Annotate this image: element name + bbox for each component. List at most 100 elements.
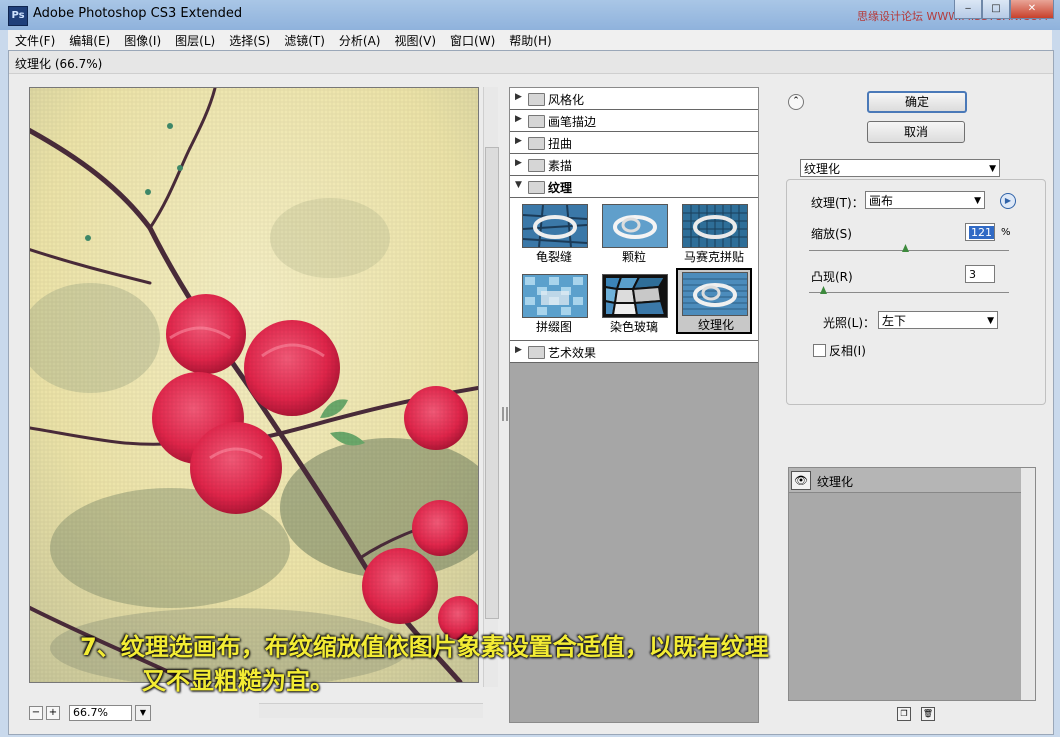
thumb-image xyxy=(602,274,668,318)
relief-label: 凸现(R) xyxy=(811,270,853,284)
filter-gallery: ▶ 风格化 ▶ 画笔描边 ▶ 扭曲 ▶ 素描 ▼ 纹理 龟裂缝 颗粒 马赛克拼贴… xyxy=(509,87,759,723)
texture-label: 纹理(T)： xyxy=(811,196,864,210)
thumb-grain[interactable]: 颗粒 xyxy=(596,200,672,266)
filter-select-value: 纹理化 xyxy=(804,162,841,176)
panel-splitter[interactable] xyxy=(501,87,509,722)
thumb-texturizer[interactable]: 纹理化 xyxy=(676,268,752,334)
expand-arrow-icon: ▶ xyxy=(515,114,522,124)
menu-bar: 文件(F) 编辑(E) 图像(I) 图层(L) 选择(S) 滤镜(T) 分析(A… xyxy=(8,30,1052,51)
folder-label: 纹理 xyxy=(548,181,573,195)
eye-icon[interactable]: 👁 xyxy=(791,471,811,490)
preview-horizontal-scrollbar[interactable] xyxy=(259,703,483,718)
folder-stylize[interactable]: ▶ 风格化 xyxy=(510,88,758,110)
thumb-craquelure[interactable]: 龟裂缝 xyxy=(516,200,592,266)
splitter-grip-icon[interactable] xyxy=(502,407,508,421)
relief-value: 3 xyxy=(969,268,976,281)
menu-file[interactable]: 文件(F) xyxy=(8,30,62,50)
menu-image[interactable]: 图像(I) xyxy=(117,30,168,50)
caption-line-1: 7、纹理选画布，布纹缩放值依图片象素设置合适值，以既有纹理 xyxy=(80,633,769,661)
scaling-slider-track[interactable] xyxy=(809,250,1009,251)
texture-thumbnails: 龟裂缝 颗粒 马赛克拼贴 拼缀图 染色玻璃 纹理化 xyxy=(510,198,758,341)
folder-label: 素描 xyxy=(548,159,573,173)
folder-label: 艺术效果 xyxy=(548,346,597,360)
cancel-button[interactable]: 取消 xyxy=(867,121,965,143)
folder-icon xyxy=(528,137,545,150)
filter-gallery-list: ▶ 风格化 ▶ 画笔描边 ▶ 扭曲 ▶ 素描 ▼ 纹理 龟裂缝 颗粒 马赛克拼贴… xyxy=(510,88,758,363)
window-controls: ‒ □ ✕ xyxy=(954,0,1054,20)
thumb-label: 纹理化 xyxy=(697,318,734,332)
flower-preview-image xyxy=(30,88,478,682)
minimize-icon[interactable]: ‒ xyxy=(954,0,982,19)
thumb-patchwork[interactable]: 拼缀图 xyxy=(516,270,592,336)
light-select[interactable]: 左下 ▼ xyxy=(878,311,998,329)
effect-layer-name: 纹理化 xyxy=(817,475,854,489)
thumb-image xyxy=(682,272,748,316)
dialog-title-bar: 纹理化 (66.7%) xyxy=(9,51,1053,74)
close-icon[interactable]: ✕ xyxy=(1010,0,1054,19)
collapse-arrow-icon: ▼ xyxy=(515,180,522,190)
menu-edit[interactable]: 编辑(E) xyxy=(62,30,117,50)
thumb-image xyxy=(522,274,588,318)
delete-effect-layer-icon[interactable]: 🗑 xyxy=(921,707,935,721)
collapse-gallery-icon[interactable]: ⌃ xyxy=(788,94,804,110)
menu-help[interactable]: 帮助(H) xyxy=(502,30,558,50)
folder-icon xyxy=(528,159,545,172)
folder-label: 画笔描边 xyxy=(548,115,597,129)
expand-arrow-icon: ▶ xyxy=(515,92,522,102)
tutorial-caption: 7、纹理选画布，布纹缩放值依图片象素设置合适值，以既有纹理 又不显粗糙为宜。 xyxy=(80,630,769,698)
thumb-label: 染色玻璃 xyxy=(609,320,658,334)
folder-distort[interactable]: ▶ 扭曲 xyxy=(510,132,758,154)
chevron-down-icon: ▼ xyxy=(987,316,994,326)
ok-button[interactable]: 确定 xyxy=(867,91,967,113)
menu-analysis[interactable]: 分析(A) xyxy=(332,30,388,50)
thumb-label: 颗粒 xyxy=(621,250,646,264)
menu-filter[interactable]: 滤镜(T) xyxy=(277,30,332,50)
relief-slider-thumb[interactable] xyxy=(820,286,827,294)
preview-canvas[interactable] xyxy=(29,87,479,683)
menu-select[interactable]: 选择(S) xyxy=(222,30,277,50)
invert-checkbox[interactable] xyxy=(813,344,826,357)
folder-open-icon xyxy=(528,181,545,194)
zoom-in-button[interactable]: + xyxy=(46,706,60,720)
effect-layers-panel: 👁 纹理化 xyxy=(788,467,1036,701)
zoom-field[interactable]: 66.7% xyxy=(69,705,132,721)
relief-input[interactable]: 3 xyxy=(965,265,995,283)
new-effect-layer-icon[interactable]: ❐ xyxy=(897,707,911,721)
zoom-dropdown-icon[interactable]: ▼ xyxy=(135,705,151,721)
effect-layer-row[interactable]: 👁 纹理化 xyxy=(789,468,1021,493)
expand-arrow-icon: ▶ xyxy=(515,345,522,355)
filter-select[interactable]: 纹理化 ▼ xyxy=(800,159,1000,177)
relief-slider-track[interactable] xyxy=(809,292,1009,293)
folder-sketch[interactable]: ▶ 素描 xyxy=(510,154,758,176)
folder-brush-strokes[interactable]: ▶ 画笔描边 xyxy=(510,110,758,132)
texture-select[interactable]: 画布 ▼ xyxy=(865,191,985,209)
menu-layer[interactable]: 图层(L) xyxy=(168,30,222,50)
expand-arrow-icon: ▶ xyxy=(515,136,522,146)
folder-icon xyxy=(528,115,545,128)
thumb-label: 龟裂缝 xyxy=(535,250,572,264)
scaling-input[interactable]: 121 xyxy=(965,223,995,241)
thumb-image xyxy=(522,204,588,248)
chevron-down-icon: ▼ xyxy=(974,196,981,206)
texture-menu-icon[interactable]: ▶ xyxy=(1000,193,1016,209)
zoom-out-button[interactable]: − xyxy=(29,706,43,720)
scaling-slider-thumb[interactable] xyxy=(902,244,909,252)
thumb-image xyxy=(602,204,668,248)
layers-scrollbar[interactable] xyxy=(1021,468,1035,700)
thumb-label: 马赛克拼贴 xyxy=(683,250,744,264)
scaling-value: 121 xyxy=(969,226,994,239)
folder-texture[interactable]: ▼ 纹理 xyxy=(510,176,758,198)
menu-window[interactable]: 窗口(W) xyxy=(443,30,502,50)
folder-label: 风格化 xyxy=(548,93,585,107)
menu-view[interactable]: 视图(V) xyxy=(387,30,443,50)
thumb-mosaic-tiles[interactable]: 马赛克拼贴 xyxy=(676,200,752,266)
thumb-stained-glass[interactable]: 染色玻璃 xyxy=(596,270,672,336)
window-title: Adobe Photoshop CS3 Extended xyxy=(33,6,243,21)
preview-scroll-thumb[interactable] xyxy=(485,147,499,619)
light-label: 光照(L)： xyxy=(823,316,876,330)
folder-artistic[interactable]: ▶ 艺术效果 xyxy=(510,341,758,363)
invert-label: 反相(I) xyxy=(829,344,866,358)
texturizer-options: 纹理(T)： 画布 ▼ ▶ 缩放(S) 121 % 凸现(R) 3 光照(L)：… xyxy=(786,179,1046,405)
maximize-icon[interactable]: □ xyxy=(982,0,1010,19)
preview-vertical-scrollbar[interactable] xyxy=(483,87,499,687)
